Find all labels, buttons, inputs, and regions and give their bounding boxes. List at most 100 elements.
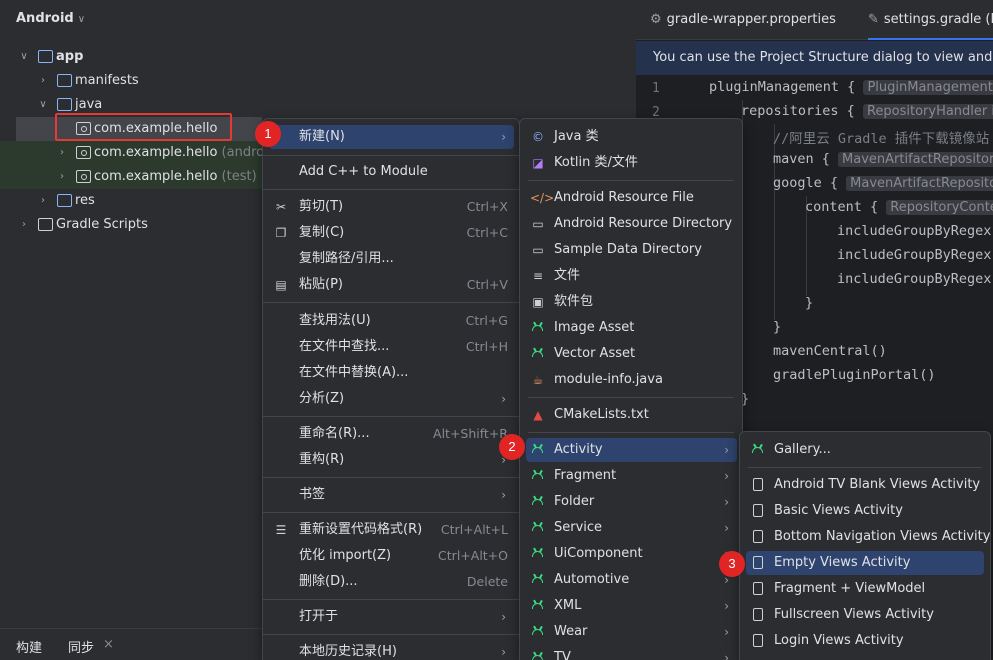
code-line[interactable]: repositories { RepositoryHandler i (741, 103, 993, 119)
tree-node-package-androidtest[interactable]: › com.example.hello (androidT (0, 141, 284, 165)
menu-item-login-views-activity[interactable]: Login Views Activity (746, 629, 984, 653)
chevron-right-icon[interactable]: › (56, 141, 68, 165)
menu-item-bookmarks[interactable]: 书签 › (269, 483, 514, 507)
chevron-down-icon[interactable]: ∨ (37, 93, 49, 117)
menu-item-reformat-code[interactable]: ☰ 重新设置代码格式(R) Ctrl+Alt+L (269, 518, 514, 542)
module-folder-icon (38, 50, 53, 63)
chevron-down-icon[interactable]: ∨ (18, 45, 30, 69)
menu-item-fragment-viewmodel[interactable]: Fragment + ViewModel (746, 577, 984, 601)
kotlin-icon: ◪ (532, 156, 544, 170)
tab-sync[interactable]: 同步 (68, 637, 94, 656)
editor-tab-bar: ⚙ gradle-wrapper.properties ✎ settings.gra… (636, 0, 993, 40)
android-icon (532, 473, 543, 479)
menu-item-copy[interactable]: ❐ 复制(C) Ctrl+C (269, 221, 514, 245)
chevron-right-icon[interactable]: › (37, 69, 49, 93)
menu-item-automotive[interactable]: Automotive › (526, 568, 737, 592)
code-line[interactable]: gradlePluginPortal() (773, 367, 936, 383)
menu-item-delete[interactable]: 删除(D)... Delete (269, 570, 514, 594)
file-icon (753, 556, 763, 569)
code-line[interactable]: google { MavenArtifactRepositor (773, 175, 993, 191)
tab-settings-gradle[interactable]: ✎ settings.gradle (H (868, 0, 993, 40)
menu-item-replace-in-files[interactable]: 在文件中替换(A)... (269, 361, 514, 385)
menu-item-vector-asset[interactable]: Vector Asset (526, 342, 737, 366)
reformat-icon: ☰ (275, 523, 287, 537)
code-line[interactable]: maven { MavenArtifactRepositor (773, 151, 993, 167)
type-hint: RepositoryConte (886, 200, 993, 215)
menu-item-package[interactable]: ▣ 软件包 (526, 290, 737, 314)
android-icon (532, 525, 543, 531)
project-view-selector[interactable]: Android ∨ (16, 11, 85, 26)
close-icon[interactable]: × (103, 637, 114, 652)
file-icon (753, 608, 763, 621)
menu-item-module-info[interactable]: ☕ module-info.java (526, 368, 737, 392)
menu-separator (263, 302, 519, 303)
menu-item-fullscreen-views-activity[interactable]: Fullscreen Views Activity (746, 603, 984, 627)
menu-item-find-usages[interactable]: 查找用法(U) Ctrl+G (269, 309, 514, 333)
chevron-down-icon: ∨ (77, 14, 86, 25)
chevron-right-icon: › (724, 599, 729, 613)
tree-node-gradle-scripts[interactable]: › Gradle Scripts (0, 213, 270, 237)
type-hint: MavenArtifactRepositor (838, 152, 993, 167)
menu-item-refactor[interactable]: 重构(R) › (269, 448, 514, 472)
chevron-right-icon[interactable]: › (18, 213, 30, 237)
tree-node-res[interactable]: › res (0, 189, 270, 213)
menu-item-add-cpp[interactable]: Add C++ to Module (269, 160, 514, 184)
tree-node-package-test[interactable]: › com.example.hello (test) (0, 165, 262, 189)
bottom-tool-tabs: 构建 同步 × (0, 628, 262, 660)
menu-item-open-in[interactable]: 打开于 › (269, 605, 514, 629)
menu-item-java-class[interactable]: © Java 类 (526, 125, 737, 149)
menu-item-bottom-navigation-views-activity[interactable]: Bottom Navigation Views Activity (746, 525, 990, 549)
file-icon: ≡ (532, 269, 544, 283)
menu-item-optimize-imports[interactable]: 优化 import(Z) Ctrl+Alt+O (269, 544, 514, 568)
menu-item-find-in-files[interactable]: 在文件中查找... Ctrl+H (269, 335, 514, 359)
tab-build[interactable]: 构建 (16, 637, 42, 656)
tree-node-app[interactable]: ∨ app (0, 45, 270, 69)
context-menu: 新建(N) › Add C++ to Module ✂ 剪切(T) Ctrl+X ❐ 复… (262, 118, 520, 660)
menu-item-uicomponent[interactable]: UiComponent› (526, 542, 737, 566)
code-line[interactable]: includeGroupByRegex( (837, 271, 993, 287)
menu-item-android-tv-blank-views-activity[interactable]: Android TV Blank Views Activity (746, 473, 984, 497)
menu-item-file[interactable]: ≡ 文件 (526, 264, 737, 288)
chevron-right-icon: › (501, 130, 506, 144)
menu-item-basic-views-activity[interactable]: Basic Views Activity (746, 499, 984, 523)
menu-item-local-history[interactable]: 本地历史记录(H) › (269, 640, 514, 660)
code-line[interactable]: mavenCentral() (773, 343, 887, 359)
menu-item-copy-path[interactable]: 复制路径/引用... (269, 247, 514, 271)
menu-separator (263, 599, 519, 600)
tree-node-label: app (56, 49, 84, 64)
code-line[interactable]: includeGroupByRegex( (837, 247, 993, 263)
menu-separator (528, 397, 734, 398)
android-icon (752, 447, 763, 453)
menu-item-gallery[interactable]: Gallery... (746, 438, 984, 462)
code-line[interactable]: } (805, 295, 813, 311)
code-line[interactable]: pluginManagement { PluginManagement (709, 79, 993, 95)
code-line[interactable]: includeGroupByRegex( (837, 223, 993, 239)
menu-item-cmakelists[interactable]: ▲ CMakeLists.txt (526, 403, 737, 427)
tree-node-manifests[interactable]: › manifests (0, 69, 270, 93)
menu-item-android-resource-directory[interactable]: ▭ Android Resource Directory (526, 212, 737, 236)
menu-item-empty-views-activity[interactable]: Empty Views Activity (746, 551, 984, 575)
menu-item-folder[interactable]: Folder › (526, 490, 737, 514)
menu-item-rename[interactable]: 重命名(R)... Alt+Shift+R (269, 422, 514, 446)
menu-item-fragment[interactable]: Fragment › (526, 464, 737, 488)
menu-item-cut[interactable]: ✂ 剪切(T) Ctrl+X (269, 195, 514, 219)
tab-gradle-wrapper[interactable]: ⚙ gradle-wrapper.properties (650, 0, 836, 40)
menu-item-sample-data-directory[interactable]: ▭ Sample Data Directory (526, 238, 737, 262)
menu-item-kotlin-file[interactable]: ◪ Kotlin 类/文件 (526, 151, 737, 175)
menu-item-analyze[interactable]: 分析(Z) › (269, 387, 514, 411)
folder-icon: ▭ (532, 217, 544, 231)
chevron-right-icon[interactable]: › (37, 189, 49, 213)
code-line[interactable]: } (773, 319, 781, 335)
menu-item-tv[interactable]: TV › (526, 646, 737, 660)
menu-item-android-resource-file[interactable]: </> Android Resource File (526, 186, 737, 210)
code-line[interactable]: content { RepositoryConte (805, 199, 993, 215)
menu-item-wear[interactable]: Wear › (526, 620, 737, 644)
menu-item-new[interactable]: 新建(N) › (269, 125, 514, 149)
code-comment[interactable]: //阿里云 Gradle 插件下载镜像站 (773, 127, 989, 147)
menu-item-paste[interactable]: ▤ 粘贴(P) Ctrl+V (269, 273, 514, 297)
menu-item-xml[interactable]: XML › (526, 594, 737, 618)
chevron-right-icon[interactable]: › (56, 165, 68, 189)
menu-item-image-asset[interactable]: Image Asset (526, 316, 737, 340)
menu-item-service[interactable]: Service › (526, 516, 737, 540)
menu-item-activity[interactable]: Activity › (526, 438, 737, 462)
